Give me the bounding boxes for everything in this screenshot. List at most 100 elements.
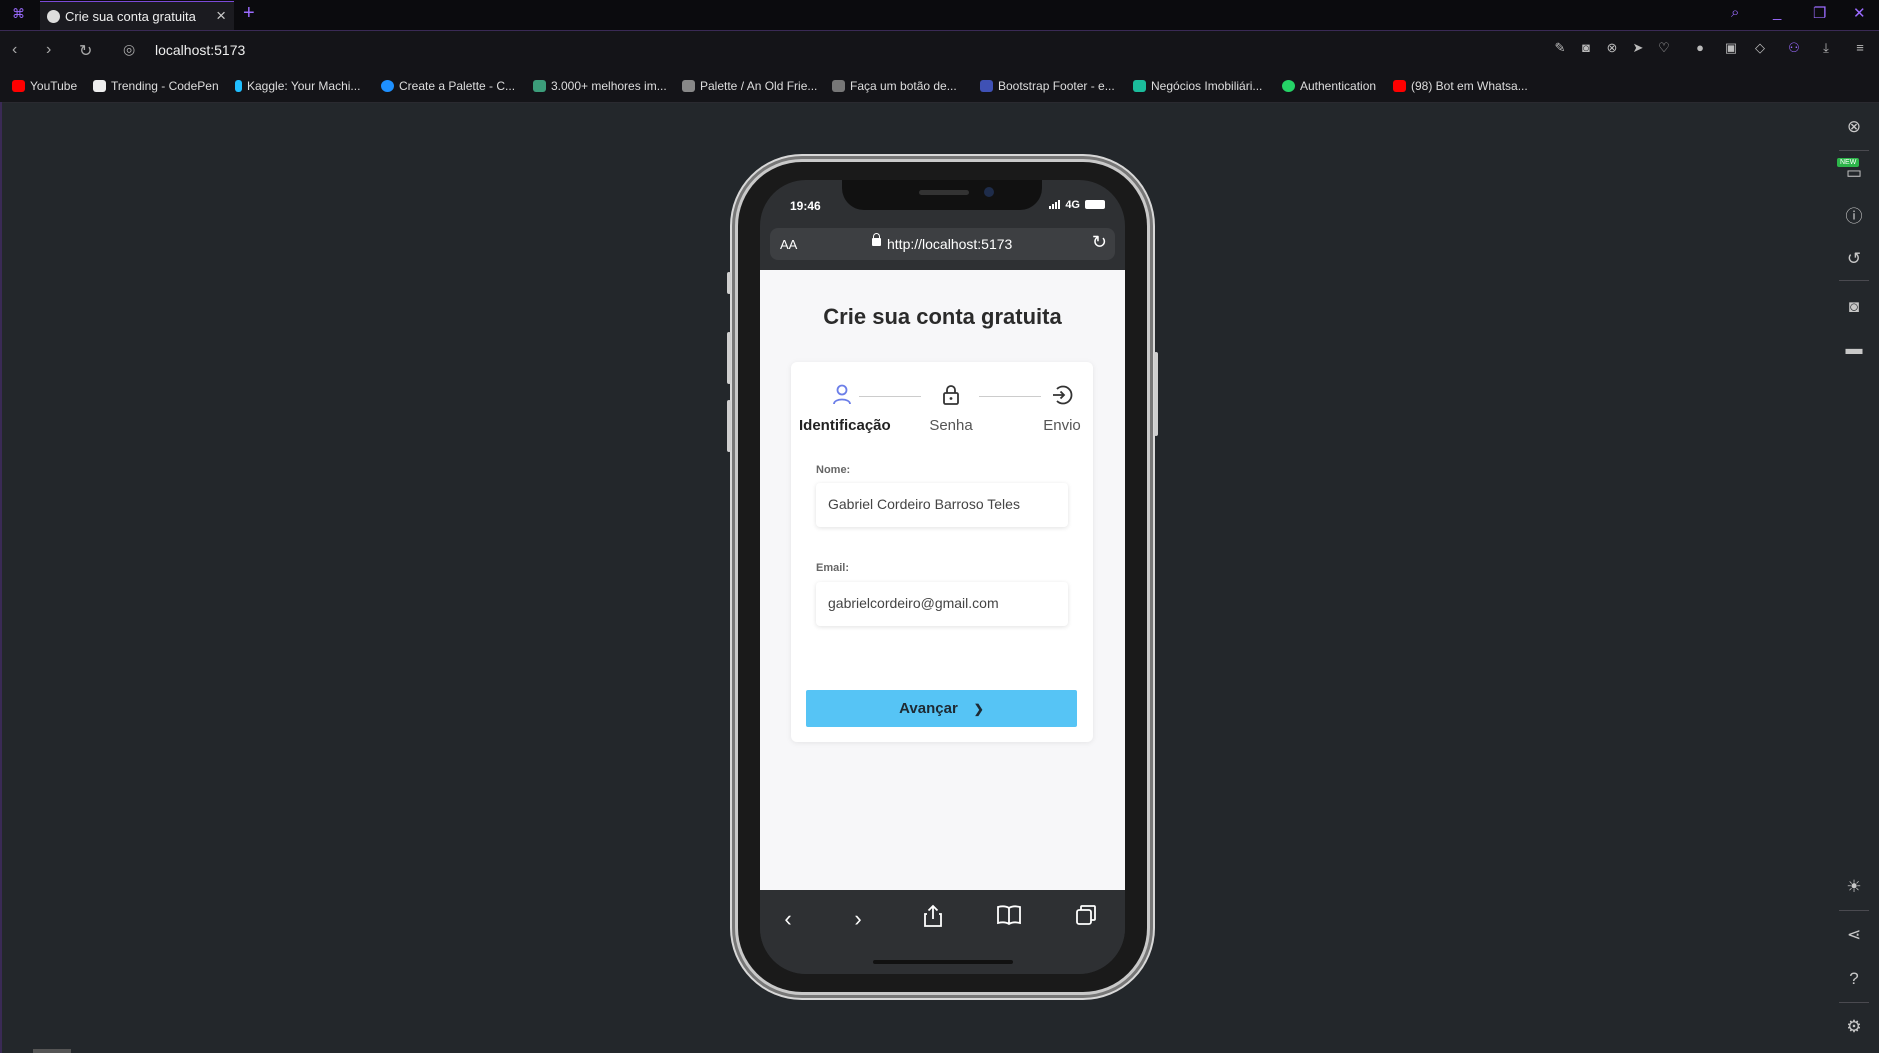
web-page: Crie sua conta gratuita Identificação Se… bbox=[760, 270, 1125, 890]
minimize-icon[interactable]: _ bbox=[1773, 4, 1781, 21]
lock-icon bbox=[872, 233, 881, 246]
chevron-right-icon: ❯ bbox=[973, 702, 984, 716]
step-label: Senha bbox=[929, 417, 973, 434]
camera-icon[interactable]: ◙ bbox=[1578, 40, 1594, 56]
site-info-icon[interactable]: ◎ bbox=[123, 41, 135, 58]
email-field[interactable]: gabrielcordeiro@gmail.com bbox=[816, 582, 1068, 626]
volume-down-button bbox=[727, 400, 731, 452]
restore-icon[interactable]: ❐ bbox=[1813, 4, 1826, 22]
heart-icon[interactable]: ♡ bbox=[1656, 40, 1672, 56]
user-icon bbox=[833, 384, 851, 405]
browser-tab-bar: ⌘ Crie sua conta gratuita × + ⌕ _ ❐ ✕ bbox=[0, 0, 1879, 31]
safari-back-icon[interactable]: ‹ bbox=[773, 904, 803, 934]
send-icon[interactable]: ➤ bbox=[1630, 40, 1646, 56]
name-label: Nome: bbox=[816, 464, 851, 476]
screenshot-icon[interactable]: ◙ bbox=[1843, 296, 1865, 318]
forward-icon[interactable]: › bbox=[46, 41, 51, 59]
menu-icon[interactable]: ≡ bbox=[1852, 40, 1868, 56]
extension-globe-icon[interactable]: ● bbox=[1692, 40, 1708, 56]
safari-reload-icon[interactable]: ↻ bbox=[1092, 232, 1107, 253]
help-icon[interactable]: ? bbox=[1843, 968, 1865, 990]
back-icon[interactable]: ‹ bbox=[12, 41, 17, 59]
devices-icon[interactable]: ▭ bbox=[1843, 162, 1865, 184]
share-icon[interactable]: ⋖ bbox=[1843, 924, 1865, 946]
close-viewer-icon[interactable]: ⊗ bbox=[1843, 116, 1865, 138]
viewer-sidebar: ⊗ NEW ▭ ⓘ ↺ ◙ ▬ ☀ ⋖ ? ⚙ bbox=[1829, 102, 1879, 1053]
bookmark-images[interactable]: 3.000+ melhores im... bbox=[533, 79, 667, 93]
signup-card: Identificação Senha Envio Nome: Gabriel … bbox=[791, 362, 1093, 742]
share-sheet-icon[interactable] bbox=[918, 904, 948, 934]
rotate-icon[interactable]: ↺ bbox=[1843, 248, 1865, 270]
sidebar-divider bbox=[1839, 150, 1869, 151]
volume-up-button bbox=[727, 332, 731, 384]
tabs-icon[interactable] bbox=[1071, 904, 1101, 934]
window-border bbox=[0, 102, 2, 1053]
whatsapp-icon bbox=[1282, 80, 1295, 92]
diamond-icon bbox=[832, 80, 845, 92]
next-button-label: Avançar bbox=[899, 700, 958, 717]
brightness-icon[interactable]: ☀ bbox=[1843, 876, 1865, 898]
bookmarks-book-icon[interactable] bbox=[994, 904, 1024, 934]
bookmark-bootstrap[interactable]: Bootstrap Footer - e... bbox=[980, 79, 1115, 93]
safari-address-bar[interactable]: AA http://localhost:5173 ↻ bbox=[770, 228, 1115, 260]
name-field[interactable]: Gabriel Cordeiro Barroso Teles bbox=[816, 483, 1068, 527]
horizontal-scrollbar[interactable] bbox=[33, 1049, 71, 1053]
snapshot-edit-icon[interactable]: ✎ bbox=[1552, 40, 1568, 56]
phone-mockup: 19:46 4G AA http://localhost:5173 ↻ Crie… bbox=[727, 162, 1158, 992]
page-title: Crie sua conta gratuita bbox=[823, 304, 1062, 329]
info-icon[interactable]: ⓘ bbox=[1843, 206, 1865, 228]
safari-url[interactable]: http://localhost:5173 bbox=[887, 236, 1012, 252]
browser-tab[interactable]: Crie sua conta gratuita × bbox=[40, 1, 234, 30]
tab-favicon-icon bbox=[47, 10, 60, 23]
bookmark-old-friend[interactable]: Palette / An Old Frie... bbox=[682, 79, 817, 93]
reload-icon[interactable]: ↻ bbox=[79, 41, 92, 61]
step-label: Envio bbox=[1043, 417, 1081, 434]
adblock-icon[interactable]: ⊗ bbox=[1604, 40, 1620, 56]
cube-icon[interactable]: ◇ bbox=[1752, 40, 1768, 56]
safari-forward-icon[interactable]: › bbox=[843, 904, 873, 934]
profile-icon[interactable]: ⚇ bbox=[1786, 40, 1802, 56]
search-tabs-icon[interactable]: ⌕ bbox=[1731, 4, 1739, 21]
next-button[interactable]: Avançar ❯ bbox=[806, 690, 1077, 727]
youtube-icon bbox=[12, 80, 25, 92]
video-record-icon[interactable]: ▬ bbox=[1843, 338, 1865, 360]
close-window-icon[interactable]: ✕ bbox=[1853, 4, 1866, 22]
network-type: 4G bbox=[1065, 199, 1080, 211]
bookmark-codepen[interactable]: Trending - CodePen bbox=[93, 79, 219, 93]
step-senha[interactable]: Senha bbox=[919, 384, 983, 434]
status-indicators: 4G bbox=[1049, 199, 1105, 212]
status-time: 19:46 bbox=[790, 199, 821, 213]
bookmark-negocios[interactable]: Negócios Imobiliári... bbox=[1133, 79, 1262, 93]
front-camera bbox=[984, 187, 994, 197]
signal-icon bbox=[1049, 200, 1061, 212]
step-identificacao[interactable]: Identificação bbox=[799, 384, 891, 434]
mdb-icon bbox=[980, 80, 993, 92]
kaggle-icon bbox=[235, 80, 242, 92]
sidebar-divider bbox=[1839, 280, 1869, 281]
reader-aa-button[interactable]: AA bbox=[780, 237, 797, 252]
mute-switch bbox=[727, 272, 731, 294]
settings-icon[interactable]: ⚙ bbox=[1843, 1016, 1865, 1038]
real-estate-icon bbox=[1133, 80, 1146, 92]
bookmark-palette[interactable]: Create a Palette - C... bbox=[381, 79, 515, 93]
sign-in-icon bbox=[1053, 385, 1073, 405]
extension-icon[interactable]: ▣ bbox=[1723, 40, 1739, 56]
sidebar-divider bbox=[1839, 910, 1869, 911]
battery-icon bbox=[1085, 200, 1105, 209]
bookmark-authentication[interactable]: Authentication bbox=[1282, 79, 1376, 93]
download-icon[interactable]: ⤓ bbox=[1818, 40, 1834, 56]
step-label: Identificação bbox=[799, 417, 891, 434]
gamepad-icon[interactable]: ⌘ bbox=[12, 6, 25, 22]
tab-close-icon[interactable]: × bbox=[216, 6, 226, 26]
palette-brush-icon bbox=[682, 80, 695, 92]
address-bar[interactable]: localhost:5173 bbox=[155, 42, 245, 58]
home-indicator bbox=[873, 960, 1013, 964]
bookmark-bot-whatsapp[interactable]: (98) Bot em Whatsa... bbox=[1393, 79, 1528, 93]
bookmark-kaggle[interactable]: Kaggle: Your Machi... bbox=[235, 79, 360, 93]
bookmarks-bar: YouTube Trending - CodePen Kaggle: Your … bbox=[0, 71, 1879, 103]
bookmark-botao[interactable]: Faça um botão de... bbox=[832, 79, 957, 93]
step-envio[interactable]: Envio bbox=[1037, 384, 1087, 434]
new-tab-icon[interactable]: + bbox=[243, 2, 255, 25]
power-button bbox=[1154, 352, 1158, 436]
bookmark-youtube[interactable]: YouTube bbox=[12, 79, 77, 93]
